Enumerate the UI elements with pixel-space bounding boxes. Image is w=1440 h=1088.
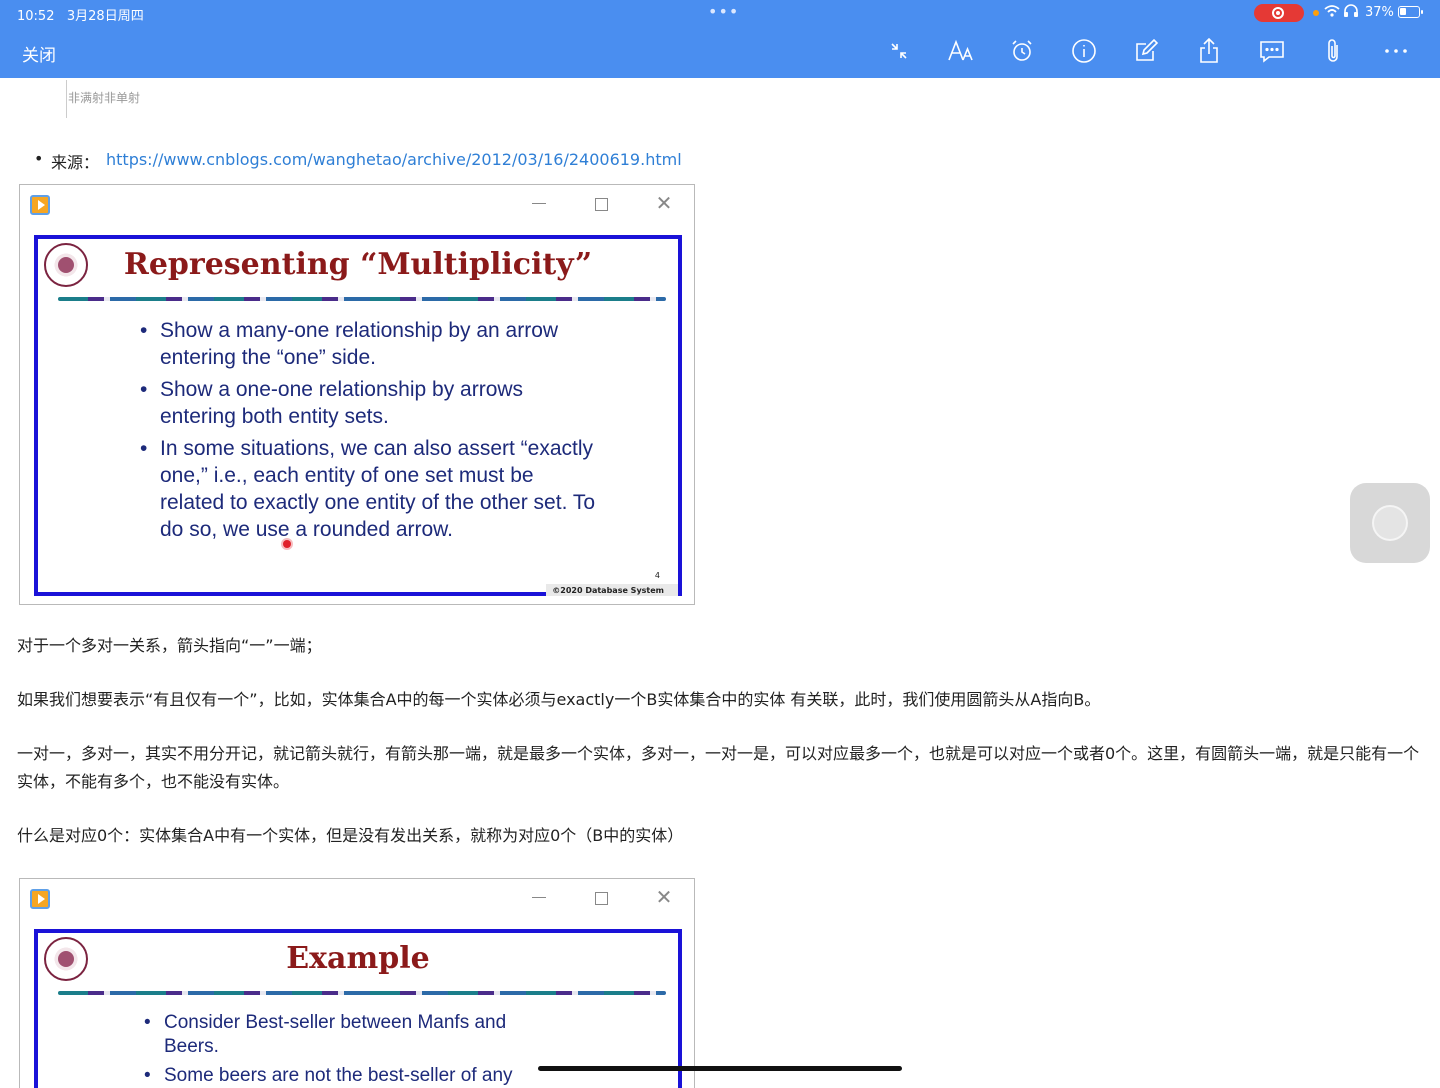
more-icon[interactable] bbox=[1382, 37, 1410, 65]
alarm-icon[interactable] bbox=[1008, 37, 1036, 65]
title-divider bbox=[58, 991, 666, 995]
slide-bullet: Consider Best-seller between Manfs and B… bbox=[144, 1011, 544, 1059]
home-indicator[interactable] bbox=[538, 1066, 902, 1071]
comment-icon[interactable] bbox=[1257, 37, 1287, 65]
list-bullet: • bbox=[34, 149, 44, 168]
paragraph: 什么是对应0个：实体集合A中有一个实体，但是没有发出关系，就称为对应0个（B中的… bbox=[17, 826, 684, 845]
slide-bullet: Some beers are not the best-seller of an… bbox=[144, 1064, 544, 1088]
app-toolbar: 关闭 bbox=[0, 26, 1440, 78]
slide-footer: ©2020 Database System bbox=[546, 584, 678, 596]
headphones-icon bbox=[1343, 4, 1359, 22]
battery-percentage: 37% bbox=[1365, 5, 1394, 20]
media-player-icon bbox=[30, 195, 50, 215]
text-size-icon[interactable] bbox=[946, 37, 976, 65]
close-icon: ✕ bbox=[655, 191, 673, 215]
close-button[interactable]: 关闭 bbox=[22, 41, 56, 66]
window-title-bar: ✕ bbox=[20, 185, 694, 225]
maximize-icon bbox=[595, 892, 608, 905]
slide-bullet: In some situations, we can also assert “… bbox=[140, 435, 600, 543]
slide-bullet: Show a one-one relationship by arrows en… bbox=[140, 376, 600, 430]
title-divider bbox=[58, 297, 666, 301]
wifi-icon bbox=[1324, 4, 1340, 21]
minimize-icon bbox=[532, 203, 546, 204]
share-icon[interactable] bbox=[1195, 37, 1223, 65]
paragraph: 如果我们想要表示“有且仅有一个”，比如，实体集合A中的每一个实体必须与exact… bbox=[17, 690, 1101, 709]
slide-bullet-list: Consider Best-seller between Manfs and B… bbox=[144, 1011, 544, 1088]
slide-image-example[interactable]: ✕ Example Consider Best-seller between M… bbox=[19, 878, 695, 1088]
slide-image-multiplicity[interactable]: ✕ Representing “Multiplicity” Show a man… bbox=[19, 184, 695, 605]
media-player-icon bbox=[30, 889, 50, 909]
slide-frame: Example Consider Best-seller between Man… bbox=[34, 929, 682, 1088]
window-title-bar: ✕ bbox=[20, 879, 694, 919]
slide-bullet: Show a many-one relationship by an arrow… bbox=[140, 317, 600, 371]
slide-bullet-list: Show a many-one relationship by an arrow… bbox=[140, 317, 600, 548]
source-label: 来源： bbox=[51, 153, 100, 172]
battery-level-fill bbox=[1400, 8, 1406, 15]
slide-frame: Representing “Multiplicity” Show a many-… bbox=[34, 235, 682, 596]
collapse-icon[interactable] bbox=[885, 37, 913, 65]
record-icon bbox=[1272, 7, 1284, 19]
note-content[interactable]: 非满射非单射 • 来源： https://www.cnblogs.com/wan… bbox=[0, 78, 1440, 1088]
image-caption-fragment: 非满射非单射 bbox=[66, 80, 140, 118]
info-icon[interactable] bbox=[1070, 37, 1098, 65]
maximize-icon bbox=[595, 198, 608, 211]
edit-icon[interactable] bbox=[1132, 37, 1160, 65]
status-bar: 10:52 3月28日周四 ••• 37% bbox=[0, 0, 1440, 26]
close-icon: ✕ bbox=[655, 885, 673, 909]
slide-title: Representing “Multiplicity” bbox=[123, 247, 593, 282]
battery-icon bbox=[1398, 6, 1423, 18]
slide-title: Example bbox=[286, 941, 430, 976]
laser-pointer-dot bbox=[283, 540, 291, 548]
paragraph: 对于一个多对一关系，箭头指向“一”一端； bbox=[17, 636, 322, 655]
source-link[interactable]: https://www.cnblogs.com/wanghetao/archiv… bbox=[106, 150, 682, 169]
multitasking-dots-icon[interactable]: ••• bbox=[708, 2, 739, 21]
mic-in-use-icon bbox=[1313, 10, 1319, 16]
screen-recording-indicator[interactable] bbox=[1254, 4, 1304, 22]
minimize-icon bbox=[532, 897, 546, 898]
attachment-icon[interactable] bbox=[1319, 37, 1347, 65]
slide-page-number: 4 bbox=[654, 571, 660, 580]
status-time: 10:52 3月28日周四 bbox=[17, 9, 144, 24]
assistive-touch-button[interactable] bbox=[1350, 483, 1430, 563]
paragraph: 一对一，多对一，其实不用分开记，就记箭头就行，有箭头那一端，就是最多一个实体，多… bbox=[17, 744, 1420, 791]
